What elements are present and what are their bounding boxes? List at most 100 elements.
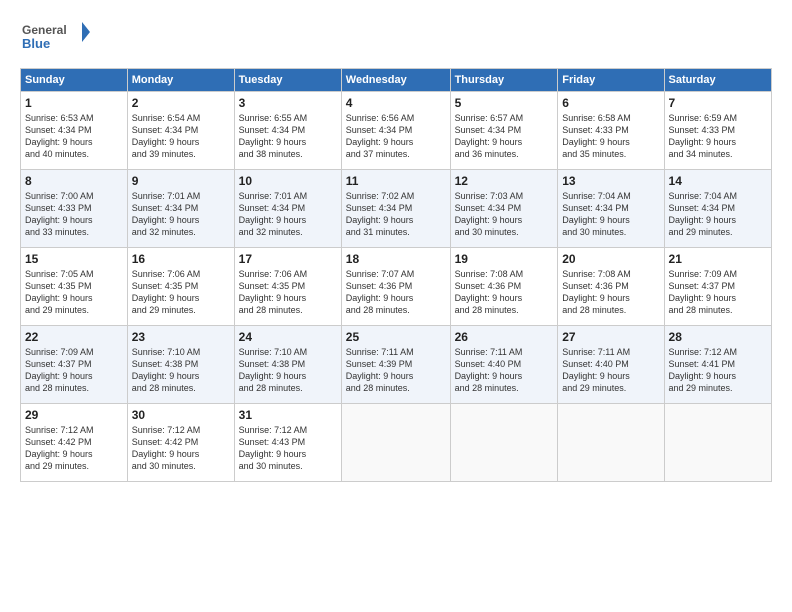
col-header-tuesday: Tuesday [234,69,341,92]
logo-svg: General Blue [20,18,90,58]
day-number: 18 [346,252,446,266]
day-number: 10 [239,174,337,188]
day-info: Sunrise: 7:06 AM Sunset: 4:35 PM Dayligh… [132,268,230,317]
day-info: Sunrise: 7:11 AM Sunset: 4:40 PM Dayligh… [455,346,554,395]
day-info: Sunrise: 7:01 AM Sunset: 4:34 PM Dayligh… [132,190,230,239]
week-row-1: 1Sunrise: 6:53 AM Sunset: 4:34 PM Daylig… [21,92,772,170]
day-number: 28 [669,330,767,344]
col-header-saturday: Saturday [664,69,771,92]
day-number: 27 [562,330,659,344]
day-cell: 22 Sunrise: 7:09 AM Sunset: 4:37 PM Dayli… [21,326,128,404]
day-number: 23 [132,330,230,344]
day-cell: 21Sunrise: 7:09 AM Sunset: 4:37 PM Dayli… [664,248,771,326]
day-number: 25 [346,330,446,344]
day-number: 3 [239,96,337,110]
col-header-thursday: Thursday [450,69,558,92]
day-number: 7 [669,96,767,110]
day-number: 30 [132,408,230,422]
day-number: 14 [669,174,767,188]
day-cell: 16 Sunrise: 7:06 AM Sunset: 4:35 PM Dayli… [127,248,234,326]
day-cell: 1Sunrise: 6:53 AM Sunset: 4:34 PM Daylig… [21,92,128,170]
day-cell: 26 Sunrise: 7:11 AM Sunset: 4:40 PM Dayli… [450,326,558,404]
col-header-monday: Monday [127,69,234,92]
day-number: 22 [25,330,123,344]
day-cell: 20 Sunrise: 7:08 AM Sunset: 4:36 PM Dayli… [558,248,664,326]
day-number: 1 [25,96,123,110]
day-number: 26 [455,330,554,344]
day-info: Sunrise: 6:58 AM Sunset: 4:33 PM Dayligh… [562,112,659,161]
day-info: Sunrise: 6:57 AM Sunset: 4:34 PM Dayligh… [455,112,554,161]
day-number: 9 [132,174,230,188]
page: General Blue SundayMondayTuesdayWednesda… [0,0,792,612]
day-cell: 13 Sunrise: 7:04 AM Sunset: 4:34 PM Dayli… [558,170,664,248]
day-info: Sunrise: 7:12 AM Sunset: 4:42 PM Dayligh… [132,424,230,473]
day-cell: 8 Sunrise: 7:00 AM Sunset: 4:33 PM Daylig… [21,170,128,248]
day-cell: 11 Sunrise: 7:02 AM Sunset: 4:34 PM Dayli… [341,170,450,248]
col-header-friday: Friday [558,69,664,92]
day-cell: 24 Sunrise: 7:10 AM Sunset: 4:38 PM Dayli… [234,326,341,404]
week-row-5: 29 Sunrise: 7:12 AM Sunset: 4:42 PM Dayli… [21,404,772,482]
svg-text:Blue: Blue [22,36,50,51]
day-cell: 18 Sunrise: 7:07 AM Sunset: 4:36 PM Dayli… [341,248,450,326]
day-info: Sunrise: 7:05 AM Sunset: 4:35 PM Dayligh… [25,268,123,317]
day-info: Sunrise: 7:08 AM Sunset: 4:36 PM Dayligh… [562,268,659,317]
calendar-table: SundayMondayTuesdayWednesdayThursdayFrid… [20,68,772,482]
day-number: 8 [25,174,123,188]
day-number: 29 [25,408,123,422]
day-number: 13 [562,174,659,188]
day-cell [558,404,664,482]
day-cell: 31Sunrise: 7:12 AM Sunset: 4:43 PM Dayli… [234,404,341,482]
day-cell: 15 Sunrise: 7:05 AM Sunset: 4:35 PM Dayli… [21,248,128,326]
day-info: Sunrise: 7:12 AM Sunset: 4:41 PM Dayligh… [669,346,767,395]
day-cell: 29 Sunrise: 7:12 AM Sunset: 4:42 PM Dayli… [21,404,128,482]
day-number: 11 [346,174,446,188]
day-info: Sunrise: 6:56 AM Sunset: 4:34 PM Dayligh… [346,112,446,161]
header: General Blue [20,18,772,58]
header-row: SundayMondayTuesdayWednesdayThursdayFrid… [21,69,772,92]
day-cell [450,404,558,482]
day-cell: 9 Sunrise: 7:01 AM Sunset: 4:34 PM Daylig… [127,170,234,248]
day-number: 2 [132,96,230,110]
day-info: Sunrise: 7:10 AM Sunset: 4:38 PM Dayligh… [239,346,337,395]
day-cell: 14 Sunrise: 7:04 AM Sunset: 4:34 PM Dayli… [664,170,771,248]
day-info: Sunrise: 7:02 AM Sunset: 4:34 PM Dayligh… [346,190,446,239]
day-info: Sunrise: 7:04 AM Sunset: 4:34 PM Dayligh… [562,190,659,239]
day-cell: 27 Sunrise: 7:11 AM Sunset: 4:40 PM Dayli… [558,326,664,404]
day-number: 24 [239,330,337,344]
day-number: 15 [25,252,123,266]
day-number: 17 [239,252,337,266]
day-info: Sunrise: 7:00 AM Sunset: 4:33 PM Dayligh… [25,190,123,239]
day-info: Sunrise: 7:07 AM Sunset: 4:36 PM Dayligh… [346,268,446,317]
day-cell: 6 Sunrise: 6:58 AM Sunset: 4:33 PM Daylig… [558,92,664,170]
calendar-header: SundayMondayTuesdayWednesdayThursdayFrid… [21,69,772,92]
day-number: 31 [239,408,337,422]
day-info: Sunrise: 7:06 AM Sunset: 4:35 PM Dayligh… [239,268,337,317]
day-info: Sunrise: 6:54 AM Sunset: 4:34 PM Dayligh… [132,112,230,161]
day-info: Sunrise: 7:04 AM Sunset: 4:34 PM Dayligh… [669,190,767,239]
calendar-body: 1Sunrise: 6:53 AM Sunset: 4:34 PM Daylig… [21,92,772,482]
day-info: Sunrise: 7:01 AM Sunset: 4:34 PM Dayligh… [239,190,337,239]
day-info: Sunrise: 7:11 AM Sunset: 4:40 PM Dayligh… [562,346,659,395]
day-number: 12 [455,174,554,188]
day-number: 4 [346,96,446,110]
day-number: 20 [562,252,659,266]
logo: General Blue [20,18,90,58]
day-info: Sunrise: 7:12 AM Sunset: 4:42 PM Dayligh… [25,424,123,473]
day-info: Sunrise: 7:03 AM Sunset: 4:34 PM Dayligh… [455,190,554,239]
day-cell: 3Sunrise: 6:55 AM Sunset: 4:34 PM Daylig… [234,92,341,170]
col-header-wednesday: Wednesday [341,69,450,92]
day-number: 19 [455,252,554,266]
day-number: 6 [562,96,659,110]
col-header-sunday: Sunday [21,69,128,92]
day-cell: 23Sunrise: 7:10 AM Sunset: 4:38 PM Dayli… [127,326,234,404]
day-info: Sunrise: 7:09 AM Sunset: 4:37 PM Dayligh… [25,346,123,395]
day-cell: 19Sunrise: 7:08 AM Sunset: 4:36 PM Dayli… [450,248,558,326]
day-cell: 30 Sunrise: 7:12 AM Sunset: 4:42 PM Dayli… [127,404,234,482]
day-cell: 12 Sunrise: 7:03 AM Sunset: 4:34 PM Dayli… [450,170,558,248]
day-cell [664,404,771,482]
day-info: Sunrise: 6:59 AM Sunset: 4:33 PM Dayligh… [669,112,767,161]
day-cell: 2 Sunrise: 6:54 AM Sunset: 4:34 PM Daylig… [127,92,234,170]
week-row-4: 22 Sunrise: 7:09 AM Sunset: 4:37 PM Dayli… [21,326,772,404]
day-cell: 4 Sunrise: 6:56 AM Sunset: 4:34 PM Daylig… [341,92,450,170]
day-number: 16 [132,252,230,266]
